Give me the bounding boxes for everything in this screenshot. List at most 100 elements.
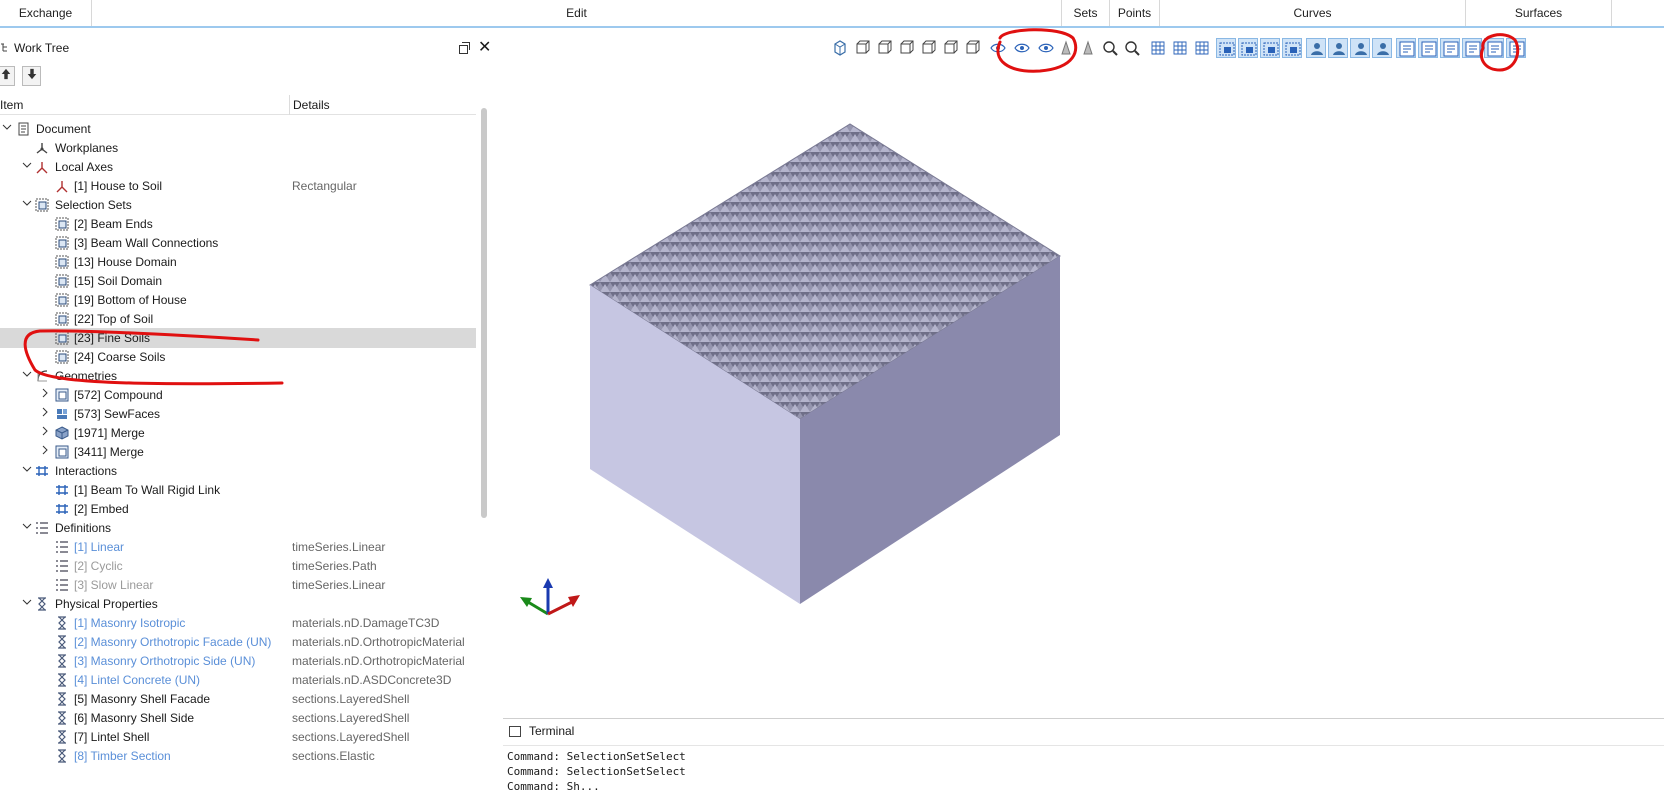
tree-row[interactable]: [5] Masonry Shell Facade sections.Layered… <box>0 689 476 709</box>
right-view-icon[interactable] <box>918 38 938 58</box>
select-icon[interactable] <box>1216 38 1236 58</box>
column-details[interactable]: Details <box>289 95 330 115</box>
view-a-icon[interactable] <box>1306 38 1326 58</box>
selection-set-icon <box>55 274 69 288</box>
clipping-icon[interactable] <box>1056 38 1076 58</box>
filter-c-icon[interactable] <box>1440 38 1460 58</box>
selection-set-icon <box>35 198 49 212</box>
move-up-button[interactable] <box>0 66 15 86</box>
ribbon-group-exchange[interactable]: Exchange <box>0 0 92 26</box>
ribbon-group-sets[interactable]: Sets <box>1062 0 1110 26</box>
view-c-icon[interactable] <box>1350 38 1370 58</box>
tree-item-details: timeSeries.Linear <box>292 578 386 592</box>
view-b-icon[interactable] <box>1328 38 1348 58</box>
tree-row[interactable]: [3411] Merge <box>0 442 476 462</box>
select-face-icon[interactable] <box>1260 38 1280 58</box>
ribbon-group-surfaces[interactable]: Surfaces <box>1466 0 1612 26</box>
sewfaces-icon <box>55 407 69 421</box>
tree-row[interactable]: [3] Beam Wall Connections <box>0 233 476 253</box>
filter-e-icon[interactable] <box>1484 38 1504 58</box>
float-panel-icon[interactable] <box>459 42 470 54</box>
view-d-icon[interactable] <box>1372 38 1392 58</box>
tree-scrollbar[interactable] <box>481 108 487 518</box>
move-down-button[interactable] <box>22 66 41 86</box>
tree-row[interactable]: [3] Slow Linear timeSeries.Linear <box>0 575 476 595</box>
filter-b-icon[interactable] <box>1418 38 1438 58</box>
chevron-down-icon[interactable] <box>22 597 32 610</box>
tree-row[interactable]: Selection Sets <box>0 195 476 215</box>
chevron-down-icon[interactable] <box>22 198 32 211</box>
chevron-down-icon[interactable] <box>22 521 32 534</box>
ribbon-group-points[interactable]: Points <box>1110 0 1160 26</box>
tree-row[interactable]: [572] Compound <box>0 385 476 405</box>
property-icon <box>55 711 69 725</box>
tree-row[interactable]: [2] Embed <box>0 499 476 519</box>
chevron-down-icon[interactable] <box>2 122 12 135</box>
tree-row[interactable]: [1971] Merge <box>0 423 476 443</box>
tree-item-label: [2] Cyclic <box>74 559 123 573</box>
tree-row[interactable]: [573] SewFaces <box>0 404 476 424</box>
back-view-icon[interactable] <box>874 38 894 58</box>
chevron-down-icon[interactable] <box>22 464 32 477</box>
tree-row[interactable]: [23] Fine Soils <box>0 328 476 348</box>
tree-row[interactable]: [6] Masonry Shell Side sections.LayeredSh… <box>0 708 476 728</box>
zoom-fit-icon[interactable] <box>1100 38 1120 58</box>
hide-icon[interactable] <box>1036 38 1056 58</box>
show-selection-icon[interactable] <box>988 38 1008 58</box>
close-panel-icon[interactable]: ✕ <box>478 40 491 56</box>
filter-f-icon[interactable] <box>1506 38 1526 58</box>
ribbon-group-curves[interactable]: Curves <box>1160 0 1466 26</box>
chevron-down-icon[interactable] <box>22 369 32 382</box>
tree-row[interactable]: [2] Beam Ends <box>0 214 476 234</box>
left-view-icon[interactable] <box>896 38 916 58</box>
brush-icon[interactable] <box>1170 38 1190 58</box>
select-solid-icon[interactable] <box>1282 38 1302 58</box>
tree-row[interactable]: [19] Bottom of House <box>0 290 476 310</box>
tree-row[interactable]: [1] House to Soil Rectangular <box>0 176 476 196</box>
filter-d-icon[interactable] <box>1462 38 1482 58</box>
tree-row[interactable]: [2] Masonry Orthotropic Facade (UN) mater… <box>0 632 476 652</box>
tree-row[interactable]: [15] Soil Domain <box>0 271 476 291</box>
tree-row[interactable]: Workplanes <box>0 138 476 158</box>
arrow-down-icon <box>27 68 36 80</box>
show-icon[interactable] <box>1012 38 1032 58</box>
tree-row[interactable]: [24] Coarse Soils <box>0 347 476 367</box>
chevron-right-icon[interactable] <box>40 426 50 439</box>
bars-icon[interactable] <box>1078 38 1098 58</box>
property-icon <box>55 692 69 706</box>
iso-view-icon[interactable] <box>830 38 850 58</box>
chevron-right-icon[interactable] <box>40 407 50 420</box>
tree-row[interactable]: [1] Masonry Isotropic materials.nD.Damage… <box>0 613 476 633</box>
column-item[interactable]: Item <box>0 98 23 112</box>
property-icon <box>55 673 69 687</box>
tree-row[interactable]: Geometries <box>0 366 476 386</box>
screen-icon[interactable] <box>1148 38 1168 58</box>
tree-row[interactable]: Document <box>0 119 476 139</box>
chevron-right-icon[interactable] <box>40 388 50 401</box>
grid-icon[interactable] <box>1192 38 1212 58</box>
top-view-icon[interactable] <box>940 38 960 58</box>
tree-row[interactable]: Physical Properties <box>0 594 476 614</box>
tree-row[interactable]: [2] Cyclic timeSeries.Path <box>0 556 476 576</box>
filter-a-icon[interactable] <box>1396 38 1416 58</box>
tree-row[interactable]: [1] Beam To Wall Rigid Link <box>0 480 476 500</box>
ribbon: Exchange Edit Sets Points Curves Surface… <box>0 0 1664 28</box>
tree-row[interactable]: Interactions <box>0 461 476 481</box>
tree-row[interactable]: [8] Timber Section sections.Elastic <box>0 746 476 766</box>
chevron-down-icon[interactable] <box>22 160 32 173</box>
tree-row[interactable]: [1] Linear timeSeries.Linear <box>0 537 476 557</box>
select-edge-icon[interactable] <box>1238 38 1258 58</box>
tree-row[interactable]: [22] Top of Soil <box>0 309 476 329</box>
tree-row[interactable]: [13] House Domain <box>0 252 476 272</box>
front-view-icon[interactable] <box>852 38 872 58</box>
tree-row[interactable]: [4] Lintel Concrete (UN) materials.nD.ASD… <box>0 670 476 690</box>
zoom-icon[interactable] <box>1122 38 1142 58</box>
chevron-right-icon[interactable] <box>40 445 50 458</box>
tree-row[interactable]: Local Axes <box>0 157 476 177</box>
viewport-3d[interactable] <box>500 62 1664 712</box>
tree-row[interactable]: Definitions <box>0 518 476 538</box>
ribbon-group-edit[interactable]: Edit <box>92 0 1062 26</box>
tree-row[interactable]: [7] Lintel Shell sections.LayeredShell <box>0 727 476 747</box>
bottom-view-icon[interactable] <box>962 38 982 58</box>
tree-row[interactable]: [3] Masonry Orthotropic Side (UN) materia… <box>0 651 476 671</box>
